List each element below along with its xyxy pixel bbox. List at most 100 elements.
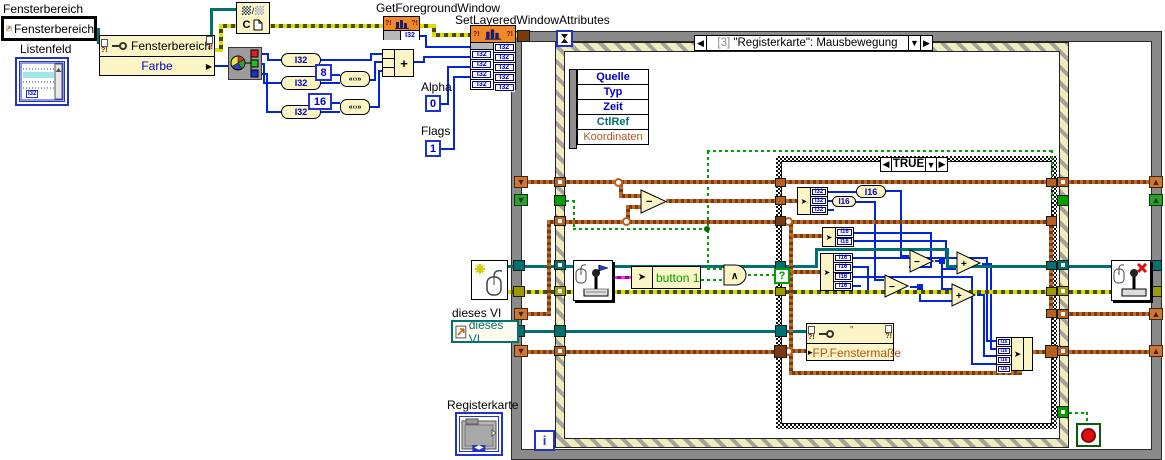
svg-text:−: − bbox=[914, 257, 920, 268]
prev-case-button[interactable]: ◀ bbox=[695, 36, 707, 50]
i16-text: I16 bbox=[997, 338, 1011, 346]
add-node[interactable]: + bbox=[382, 49, 414, 77]
loop-condition-terminal[interactable] bbox=[1076, 423, 1101, 447]
listenfeld-terminal[interactable]: I32 bbox=[15, 57, 69, 106]
i16-text: I16 bbox=[997, 365, 1011, 373]
event-case-title[interactable]: [3] "Registerkarte": Mausbewegung bbox=[707, 36, 908, 50]
button1-element[interactable]: button 1 bbox=[656, 271, 699, 285]
unbundle-node-2[interactable]: ➤ I16 I16 bbox=[822, 227, 854, 247]
i16-text: I16 bbox=[836, 238, 853, 246]
conversion-node[interactable]: / C bbox=[236, 2, 270, 34]
svg-text:+: + bbox=[961, 259, 967, 270]
event-field-quelle[interactable]: Quelle bbox=[577, 69, 649, 85]
add-node-tri[interactable]: + bbox=[956, 251, 982, 275]
logical-shift-node[interactable]: «‹›» bbox=[340, 71, 370, 87]
unbundle-node-3[interactable]: ➤ I32 I32 I32 bbox=[797, 187, 828, 215]
event-timeout-terminal[interactable] bbox=[556, 30, 573, 47]
event-selector-label[interactable]: ◀ [3] "Registerkarte": Mausbewegung ▼ ▶ bbox=[694, 35, 933, 51]
subtract-node[interactable]: − bbox=[884, 274, 910, 298]
unbundle-button1-node[interactable]: ➤ button 1 bbox=[631, 266, 701, 289]
and-gate[interactable]: ∧ bbox=[722, 263, 749, 287]
i32-text: I32 bbox=[494, 83, 514, 92]
listbox-type: I32 bbox=[26, 90, 39, 98]
property-node-fensterbereich[interactable]: ?! Fensterbereich ?! Farbe ▶ bbox=[99, 35, 215, 76]
case-selector-terminal[interactable]: ? bbox=[774, 268, 790, 284]
param-terminal: I32 bbox=[471, 59, 493, 69]
param-terminal: I32 bbox=[493, 62, 515, 72]
shift-register-left[interactable]: ▼ bbox=[514, 176, 528, 188]
tunnel bbox=[775, 216, 786, 226]
wire-numeric bbox=[854, 232, 932, 234]
fensterbereich-ref-label: Fensterbereich bbox=[13, 21, 94, 36]
plus-glyph: + bbox=[400, 55, 408, 71]
wire-error bbox=[613, 290, 778, 294]
property-item-farbe[interactable]: Farbe bbox=[141, 59, 172, 73]
i16-conversion[interactable]: I16 bbox=[832, 196, 856, 207]
wire-numeric bbox=[983, 294, 985, 356]
mouse-icon bbox=[486, 269, 503, 296]
i16-text: I16 bbox=[864, 186, 878, 197]
getforegroundwindow-node[interactable]: ?! ?! I32 bbox=[383, 16, 420, 40]
acquire-input-node[interactable] bbox=[573, 260, 613, 301]
constant-16[interactable]: 16 bbox=[308, 93, 332, 110]
event-data-node[interactable]: Quelle Typ Zeit CtlRef Koordinaten bbox=[577, 69, 649, 145]
iteration-terminal[interactable]: i bbox=[534, 430, 555, 451]
unbundle-node-4[interactable]: ➤ I16 I16 I16 I16 bbox=[820, 253, 853, 291]
tunnel bbox=[1057, 309, 1069, 319]
fensterbereich-reference[interactable]: Fensterbereich bbox=[1, 16, 97, 41]
wire-cluster bbox=[791, 270, 820, 274]
registerkarte-terminal[interactable]: ◀▶ bbox=[455, 412, 503, 456]
shift-register-left[interactable]: ▼ bbox=[514, 345, 528, 357]
setlayeredwindowattributes-node[interactable]: ?! ?! I32 I32 I32 I32 I32 I32 I32 I32 I3… bbox=[470, 25, 516, 92]
add-node-tri[interactable]: + bbox=[951, 283, 977, 307]
event-data-node-bar bbox=[569, 69, 577, 149]
wire-numeric bbox=[447, 66, 470, 68]
next-case-button[interactable]: ▶ bbox=[936, 158, 947, 171]
case-dropdown-button[interactable]: ▼ bbox=[908, 36, 920, 50]
svg-text:+: + bbox=[956, 291, 962, 302]
i32-text: I32 bbox=[811, 188, 827, 196]
wire-numeric bbox=[374, 61, 376, 81]
wire-numeric bbox=[453, 76, 470, 78]
logical-shift-node[interactable]: «‹›» bbox=[340, 99, 370, 115]
fp-property-item[interactable]: FP.Fenstermaße bbox=[813, 346, 901, 360]
i32-text: I32 bbox=[494, 73, 514, 82]
pattern-icon bbox=[241, 6, 251, 15]
event-field-typ[interactable]: Typ bbox=[577, 84, 649, 100]
i32-text: I32 bbox=[494, 53, 514, 62]
next-case-button[interactable]: ▶ bbox=[920, 36, 932, 50]
bundle-node[interactable]: I16 I16 I16 I16 ➤ bbox=[996, 337, 1033, 373]
event-field-ctlref[interactable]: CtlRef bbox=[577, 114, 649, 130]
shift-register-right[interactable]: ▲ bbox=[1149, 345, 1163, 357]
event-field-koordinaten[interactable]: Koordinaten bbox=[577, 129, 649, 145]
shift-register-right[interactable]: ▲ bbox=[1149, 194, 1163, 206]
shift-register-right[interactable]: ▲ bbox=[1149, 176, 1163, 188]
dieses-vi-reference[interactable]: dieses VI bbox=[451, 318, 519, 346]
wire-boolean bbox=[573, 200, 575, 230]
release-input-node[interactable] bbox=[1111, 260, 1151, 301]
constant-flags[interactable]: 1 bbox=[425, 140, 441, 157]
subtract-node[interactable]: − bbox=[640, 189, 668, 214]
i16-conversion[interactable]: I16 bbox=[856, 185, 886, 198]
shift-register-left[interactable]: ▼ bbox=[514, 194, 528, 206]
case-dropdown-button[interactable]: ▼ bbox=[925, 158, 936, 171]
initialize-mouse-node[interactable] bbox=[471, 260, 508, 300]
tunnel bbox=[554, 286, 566, 296]
wire-numeric bbox=[853, 285, 861, 287]
shift-register-right[interactable]: ▲ bbox=[1149, 308, 1163, 320]
case-selector-label[interactable]: ◀ TRUE ▼ ▶ bbox=[880, 157, 948, 172]
case-title[interactable]: TRUE bbox=[892, 158, 925, 171]
refnum-icon bbox=[6, 25, 12, 32]
constant-8[interactable]: 8 bbox=[315, 64, 332, 81]
wire-numeric bbox=[986, 257, 988, 342]
color-to-rgb-node[interactable] bbox=[228, 47, 262, 80]
tunnel bbox=[1057, 346, 1069, 356]
constant-alpha[interactable]: 0 bbox=[425, 95, 441, 112]
shift-glyph: «‹›» bbox=[348, 75, 362, 83]
fp-fenstermasse-property-node[interactable]: ?! " ?! ▸ FP.Fenstermaße bbox=[806, 323, 901, 361]
subtract-node[interactable]: − bbox=[909, 249, 935, 273]
tunnel bbox=[1150, 286, 1162, 297]
event-field-zeit[interactable]: Zeit bbox=[577, 99, 649, 115]
prev-case-button[interactable]: ◀ bbox=[881, 158, 892, 171]
wire-boolean bbox=[707, 150, 1053, 152]
